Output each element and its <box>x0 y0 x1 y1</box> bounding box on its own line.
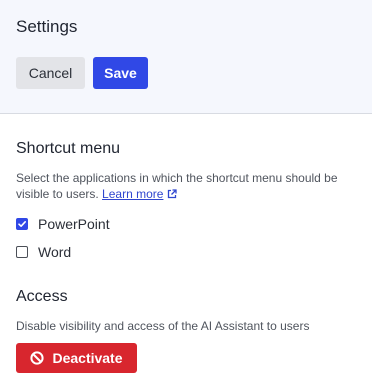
checkmark-icon <box>18 221 26 227</box>
settings-header: Settings Cancel Save <box>0 0 372 114</box>
learn-more-link[interactable]: Learn more <box>102 187 178 201</box>
word-checkbox[interactable] <box>16 246 28 258</box>
deactivate-label: Deactivate <box>52 350 123 366</box>
deactivate-button[interactable]: Deactivate <box>16 343 137 373</box>
powerpoint-label: PowerPoint <box>38 216 110 232</box>
word-checkbox-row[interactable]: Word <box>16 243 71 261</box>
external-link-icon <box>168 189 178 199</box>
powerpoint-checkbox-row[interactable]: PowerPoint <box>16 215 110 233</box>
page-title: Settings <box>16 17 78 36</box>
access-description: Disable visibility and access of the AI … <box>16 319 310 333</box>
ban-icon <box>30 351 45 365</box>
save-button[interactable]: Save <box>93 57 148 89</box>
cancel-button[interactable]: Cancel <box>16 57 85 89</box>
shortcut-menu-description: Select the applications in which the sho… <box>16 170 361 202</box>
powerpoint-checkbox[interactable] <box>16 218 28 230</box>
learn-more-label: Learn more <box>102 187 164 201</box>
access-title: Access <box>16 288 68 305</box>
shortcut-menu-title: Shortcut menu <box>16 140 121 157</box>
word-label: Word <box>38 244 72 260</box>
